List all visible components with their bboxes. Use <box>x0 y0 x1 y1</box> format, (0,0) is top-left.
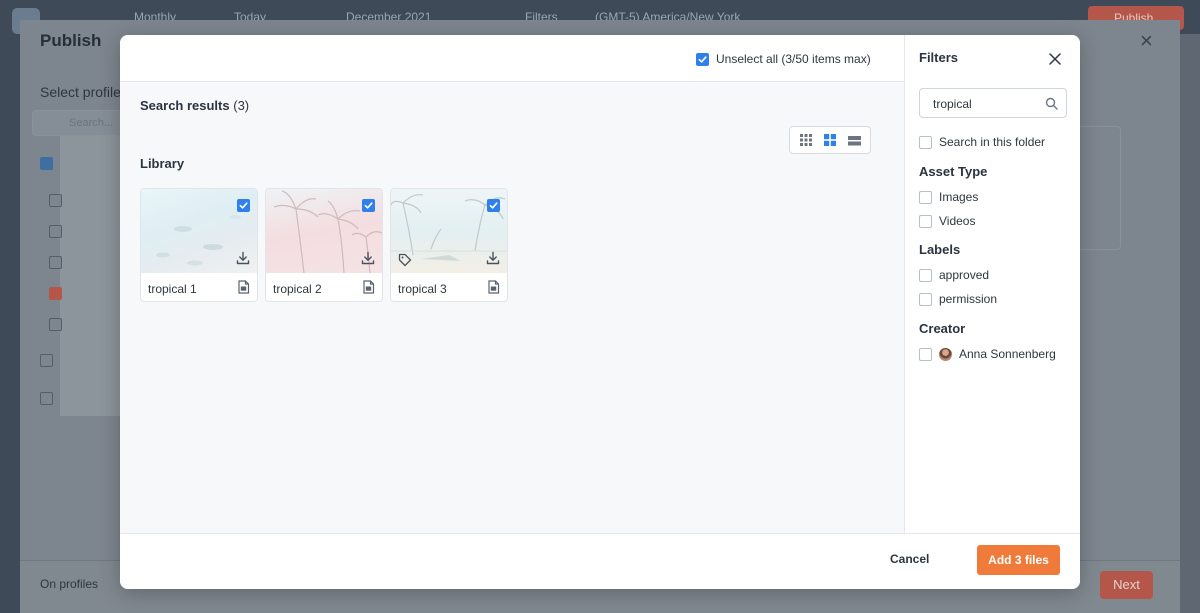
image-file-icon <box>237 280 250 299</box>
small-grid-icon[interactable] <box>796 130 816 150</box>
creator-name: Anna Sonnenberg <box>959 347 1056 361</box>
profile-checkbox[interactable] <box>40 392 53 405</box>
filters-title: Filters <box>919 50 959 65</box>
publish-panel-title: Publish <box>40 31 102 50</box>
profile-checkbox[interactable] <box>49 194 62 207</box>
asset-card[interactable]: tropical 1 <box>140 188 258 302</box>
list-view-icon[interactable] <box>844 130 864 150</box>
next-button[interactable]: Next <box>1100 571 1153 599</box>
library-section-title: Library <box>140 156 185 171</box>
asset-name: tropical 1 <box>148 282 197 296</box>
profile-list-highlight <box>60 136 120 416</box>
profile-checkbox[interactable] <box>40 354 53 367</box>
close-icon[interactable] <box>1048 52 1062 66</box>
label-name: permission <box>939 292 998 306</box>
cancel-button[interactable]: Cancel <box>890 552 929 566</box>
unselect-all-label: Unselect all (3/50 items max) <box>716 52 871 66</box>
modal-footer: Cancel Add 3 files <box>120 533 1080 589</box>
asset-select-checkbox[interactable] <box>362 199 375 212</box>
asset-card[interactable]: tropical 2 <box>265 188 383 302</box>
labels-heading: Labels <box>919 242 961 257</box>
search-results-area: Search results (3) Library tropical 1 tr… <box>120 82 904 533</box>
label-option-permission[interactable]: permission <box>919 292 997 306</box>
label-name: approved <box>939 268 990 282</box>
tag-icon <box>398 253 412 272</box>
add-files-button[interactable]: Add 3 files <box>977 545 1060 575</box>
unselect-all-toggle[interactable]: Unselect all (3/50 items max) <box>696 52 871 66</box>
profile-checkbox[interactable] <box>49 225 62 238</box>
label-checkbox[interactable] <box>919 292 932 306</box>
creator-option[interactable]: Anna Sonnenberg <box>919 347 1056 361</box>
profile-checkbox[interactable] <box>49 318 62 331</box>
modal-main: Unselect all (3/50 items max) Search res… <box>120 35 904 533</box>
publish-panel-close-icon[interactable]: × <box>1140 28 1153 54</box>
asset-type-option-images[interactable]: Images <box>919 190 978 204</box>
search-results-count: (3) <box>233 98 250 113</box>
search-in-folder-option[interactable]: Search in this folder <box>919 135 1045 149</box>
search-icon[interactable] <box>1045 97 1058 115</box>
profile-search-placeholder: Search... <box>69 117 114 129</box>
unselect-all-checkbox[interactable] <box>696 52 709 66</box>
asset-type-label: Images <box>939 190 979 204</box>
search-in-folder-checkbox[interactable] <box>919 135 932 149</box>
filter-search-value: tropical <box>933 97 972 111</box>
profile-search-input[interactable]: Search... <box>32 110 122 136</box>
label-checkbox[interactable] <box>919 268 932 282</box>
profile-checkbox[interactable] <box>49 256 62 269</box>
download-icon[interactable] <box>236 251 250 270</box>
search-in-folder-label: Search in this folder <box>939 135 1046 149</box>
large-grid-icon[interactable] <box>820 130 840 150</box>
label-option-approved[interactable]: approved <box>919 268 989 282</box>
creator-heading: Creator <box>919 321 966 336</box>
media-library-modal: Unselect all (3/50 items max) Search res… <box>120 35 1080 589</box>
avatar <box>939 347 952 361</box>
asset-type-checkbox[interactable] <box>919 190 932 204</box>
asset-type-checkbox[interactable] <box>919 214 932 228</box>
download-icon[interactable] <box>361 251 375 270</box>
modal-header: Unselect all (3/50 items max) <box>120 35 904 82</box>
asset-name: tropical 2 <box>273 282 322 296</box>
filters-panel: Filters tropical Search in this folder A… <box>904 35 1080 533</box>
search-results-label: Search results <box>140 98 230 113</box>
profile-checkbox[interactable] <box>49 287 62 300</box>
asset-type-option-videos[interactable]: Videos <box>919 214 975 228</box>
left-rail <box>0 34 20 613</box>
asset-type-heading: Asset Type <box>919 164 988 179</box>
asset-select-checkbox[interactable] <box>487 199 500 212</box>
profile-select-all-checkbox[interactable] <box>40 157 53 170</box>
asset-card[interactable]: tropical 3 <box>390 188 508 302</box>
creator-checkbox[interactable] <box>919 347 932 361</box>
image-file-icon <box>362 280 375 299</box>
image-file-icon <box>487 280 500 299</box>
view-mode-toggle <box>789 126 871 154</box>
search-results-title: Search results (3) <box>140 98 249 113</box>
asset-type-label: Videos <box>939 214 976 228</box>
filter-search-input[interactable]: tropical <box>919 88 1067 118</box>
asset-name: tropical 3 <box>398 282 447 296</box>
on-profiles-label: On profiles <box>40 577 99 591</box>
asset-select-checkbox[interactable] <box>237 199 250 212</box>
select-profile-label: Select profile <box>40 84 121 100</box>
download-icon[interactable] <box>486 251 500 270</box>
